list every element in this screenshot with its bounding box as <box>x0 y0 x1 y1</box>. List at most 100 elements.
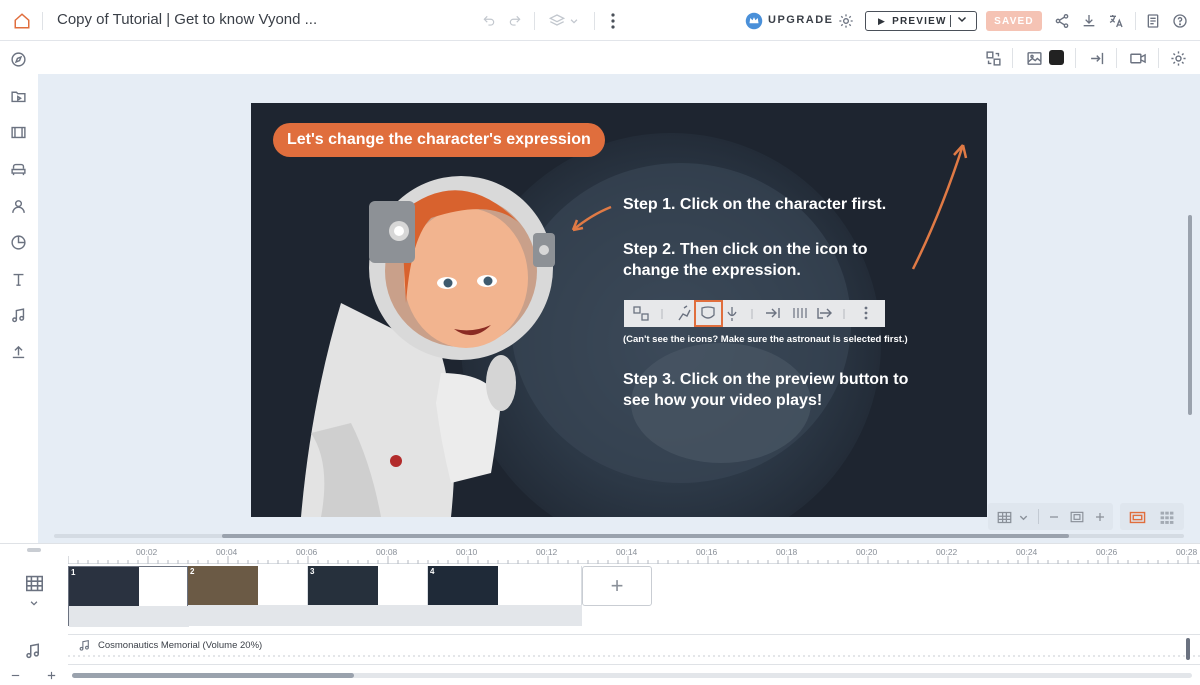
ruler-tick-label: 00:20 <box>856 547 878 557</box>
zoom-out-icon[interactable] <box>8 668 22 682</box>
ruler-tick-label: 00:22 <box>936 547 958 557</box>
preview-button[interactable]: ▶ PREVIEW <box>865 11 977 31</box>
ruler-tick-label: 00:16 <box>696 547 718 557</box>
divider <box>594 12 595 30</box>
collapse-handle[interactable] <box>27 548 41 552</box>
share-icon[interactable] <box>1052 11 1072 31</box>
background-color-swatch[interactable] <box>1049 50 1064 65</box>
scene-number: 4 <box>430 567 435 576</box>
scenes-icon[interactable] <box>8 122 28 142</box>
music-note-icon <box>76 638 92 652</box>
scene-canvas[interactable]: Let's change the character's expression … <box>251 103 987 517</box>
scene-thumbnail[interactable]: 3 <box>308 566 428 626</box>
scene-number: 3 <box>310 567 315 576</box>
divider <box>950 15 951 27</box>
add-scene-button[interactable]: + <box>582 566 652 606</box>
scenes-track-icon[interactable] <box>22 573 46 593</box>
characters-icon[interactable] <box>8 196 28 216</box>
divider <box>1135 12 1136 30</box>
ruler-tick-label: 00:28 <box>1176 547 1198 557</box>
settings-icon[interactable] <box>836 11 856 31</box>
top-bar: Copy of Tutorial | Get to know Vyond ...… <box>0 0 1200 41</box>
chevron-down-icon[interactable] <box>956 13 968 28</box>
ruler-tick-label: 00:06 <box>296 547 318 557</box>
translate-icon[interactable] <box>1106 11 1126 31</box>
props-icon[interactable] <box>8 159 28 179</box>
timeline: 00:02 00:04 00:06 00:08 00:10 00:12 00:14 00:16… <box>0 543 1200 685</box>
audio-track[interactable]: Cosmonautics Memorial (Volume 20%) <box>68 634 1200 665</box>
scene-settings-icon[interactable] <box>1168 48 1188 68</box>
background-image-icon[interactable] <box>1024 48 1044 68</box>
ruler-tick-label: 00:26 <box>1096 547 1118 557</box>
charts-icon[interactable] <box>8 232 28 252</box>
music-icon[interactable] <box>8 305 28 325</box>
video-title[interactable]: Copy of Tutorial | Get to know Vyond ... <box>57 11 317 28</box>
scene-thumbnail[interactable]: 2 <box>188 566 308 626</box>
chevron-down-icon[interactable] <box>1016 510 1030 524</box>
play-icon: ▶ <box>878 15 887 26</box>
timeline-scrollbar[interactable] <box>72 673 1192 678</box>
audio-trim-handle[interactable] <box>1186 638 1190 660</box>
enter-effect-icon[interactable] <box>1087 48 1107 68</box>
step1-text: Step 1. Click on the character first. <box>623 196 887 213</box>
ruler-tick-label: 00:08 <box>376 547 398 557</box>
fit-to-screen-icon[interactable] <box>1069 509 1085 525</box>
divider <box>1158 48 1159 68</box>
zoom-in-icon[interactable] <box>44 668 58 682</box>
ruler-tick-label: 00:12 <box>536 547 558 557</box>
single-view-icon[interactable] <box>1127 509 1147 525</box>
crown-icon[interactable] <box>744 11 764 31</box>
camera-icon[interactable] <box>1127 48 1149 68</box>
audio-waveform <box>68 655 1200 657</box>
scene-thumbnail[interactable]: 4 <box>428 566 582 626</box>
chevron-down-icon[interactable] <box>26 597 42 609</box>
ruler-tick-label: 00:18 <box>776 547 798 557</box>
saved-button[interactable]: SAVED <box>986 11 1042 31</box>
scene-duration-bar <box>188 605 308 626</box>
timeline-ruler[interactable]: 00:02 00:04 00:06 00:08 00:10 00:12 00:14 00:16… <box>68 544 1200 564</box>
scene-preview-image <box>428 566 498 605</box>
demo-toolbar-image <box>624 300 885 327</box>
download-icon[interactable] <box>1079 11 1099 31</box>
step2-text: Step 2. Then click on the icon to change… <box>623 241 868 279</box>
stage-vertical-scrollbar[interactable] <box>1188 215 1192 415</box>
ruler-tick-label: 00:10 <box>456 547 478 557</box>
upgrade-link[interactable]: UPGRADE <box>768 14 834 26</box>
divider <box>1116 48 1117 68</box>
scene-preview-image <box>308 566 378 605</box>
preview-label: PREVIEW <box>892 15 947 27</box>
redo-icon[interactable] <box>506 12 524 30</box>
note-text: (Can't see the icons? Make sure the astr… <box>623 334 908 345</box>
zoom-out-icon[interactable] <box>1046 509 1062 525</box>
zoom-in-icon[interactable] <box>1092 509 1108 525</box>
scene-duration-bar <box>69 606 189 627</box>
text-icon[interactable] <box>8 269 28 289</box>
home-icon[interactable] <box>11 10 33 32</box>
scrollbar-thumb[interactable] <box>72 673 354 678</box>
scene-duration-bar <box>428 605 582 626</box>
divider <box>1038 509 1039 524</box>
swap-icon[interactable] <box>983 48 1003 68</box>
ruler-tick-label: 00:02 <box>136 547 158 557</box>
stage-horizontal-scrollbar[interactable] <box>54 534 1184 538</box>
scene-thumbnail[interactable]: 1 <box>68 566 189 627</box>
undo-icon[interactable] <box>480 12 498 30</box>
divider <box>1012 48 1013 68</box>
grid-view-icon[interactable] <box>1158 509 1176 525</box>
scene-duration-bar <box>308 605 428 626</box>
scene-number: 1 <box>71 568 76 577</box>
ruler-tick-label: 00:24 <box>1016 547 1038 557</box>
divider <box>534 12 535 30</box>
notes-icon[interactable] <box>1143 11 1163 31</box>
upload-icon[interactable] <box>8 342 28 362</box>
layers-icon[interactable] <box>547 12 567 30</box>
chevron-down-icon[interactable] <box>567 14 581 28</box>
scrollbar-thumb[interactable] <box>222 534 1069 538</box>
help-icon[interactable] <box>1170 11 1190 31</box>
media-library-icon[interactable] <box>8 86 28 106</box>
grid-icon[interactable] <box>995 509 1013 525</box>
more-vertical-icon[interactable] <box>605 11 621 31</box>
compass-icon[interactable] <box>8 49 28 69</box>
scene-preview-image <box>69 567 139 606</box>
music-track-icon[interactable] <box>22 641 44 661</box>
